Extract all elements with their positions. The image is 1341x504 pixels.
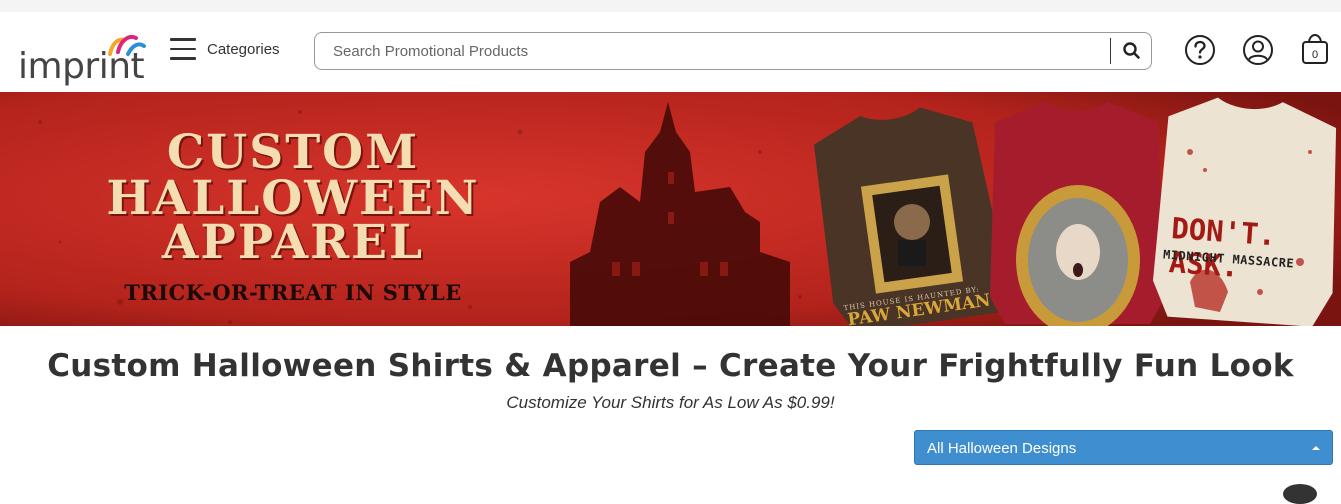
menu-icon[interactable] [170,38,196,60]
top-strip [0,0,1341,12]
search-icon[interactable] [1121,40,1143,62]
search-input[interactable] [333,41,1093,61]
logo-text: imprint [18,46,145,87]
banner-title-line-1: CUSTOM [166,125,420,180]
search-divider [1110,38,1111,64]
design-filter-dropdown[interactable]: All Halloween Designs [914,430,1333,465]
page-title: Custom Halloween Shirts & Apparel – Crea… [47,348,1294,384]
page-subtitle: Customize Your Shirts for As Low As $0.9… [506,393,835,412]
banner-title-line-3: APPAREL [161,215,425,270]
search-bar [314,32,1152,70]
categories-link[interactable]: Categories [207,41,280,58]
chat-widget-button[interactable] [1283,484,1317,504]
imprint-logo[interactable]: imprint [18,24,146,87]
cart-count: 0 [1312,49,1318,61]
design-filter-value: All Halloween Designs [927,440,1077,457]
shirt-cream [1152,97,1337,326]
halloween-banner[interactable]: CUSTOM HALLOWEEN APPAREL TRICK-OR-TREAT … [0,92,1341,326]
banner-tagline: TRICK-OR-TREAT IN STYLE [124,280,462,305]
account-icon[interactable] [1242,34,1274,66]
caret-up-icon [1312,446,1320,450]
cart-icon[interactable]: 0 [1299,32,1331,66]
help-icon[interactable] [1184,34,1216,66]
shirt-red [990,102,1165,326]
site-header: imprint Categories 0 [0,12,1341,92]
